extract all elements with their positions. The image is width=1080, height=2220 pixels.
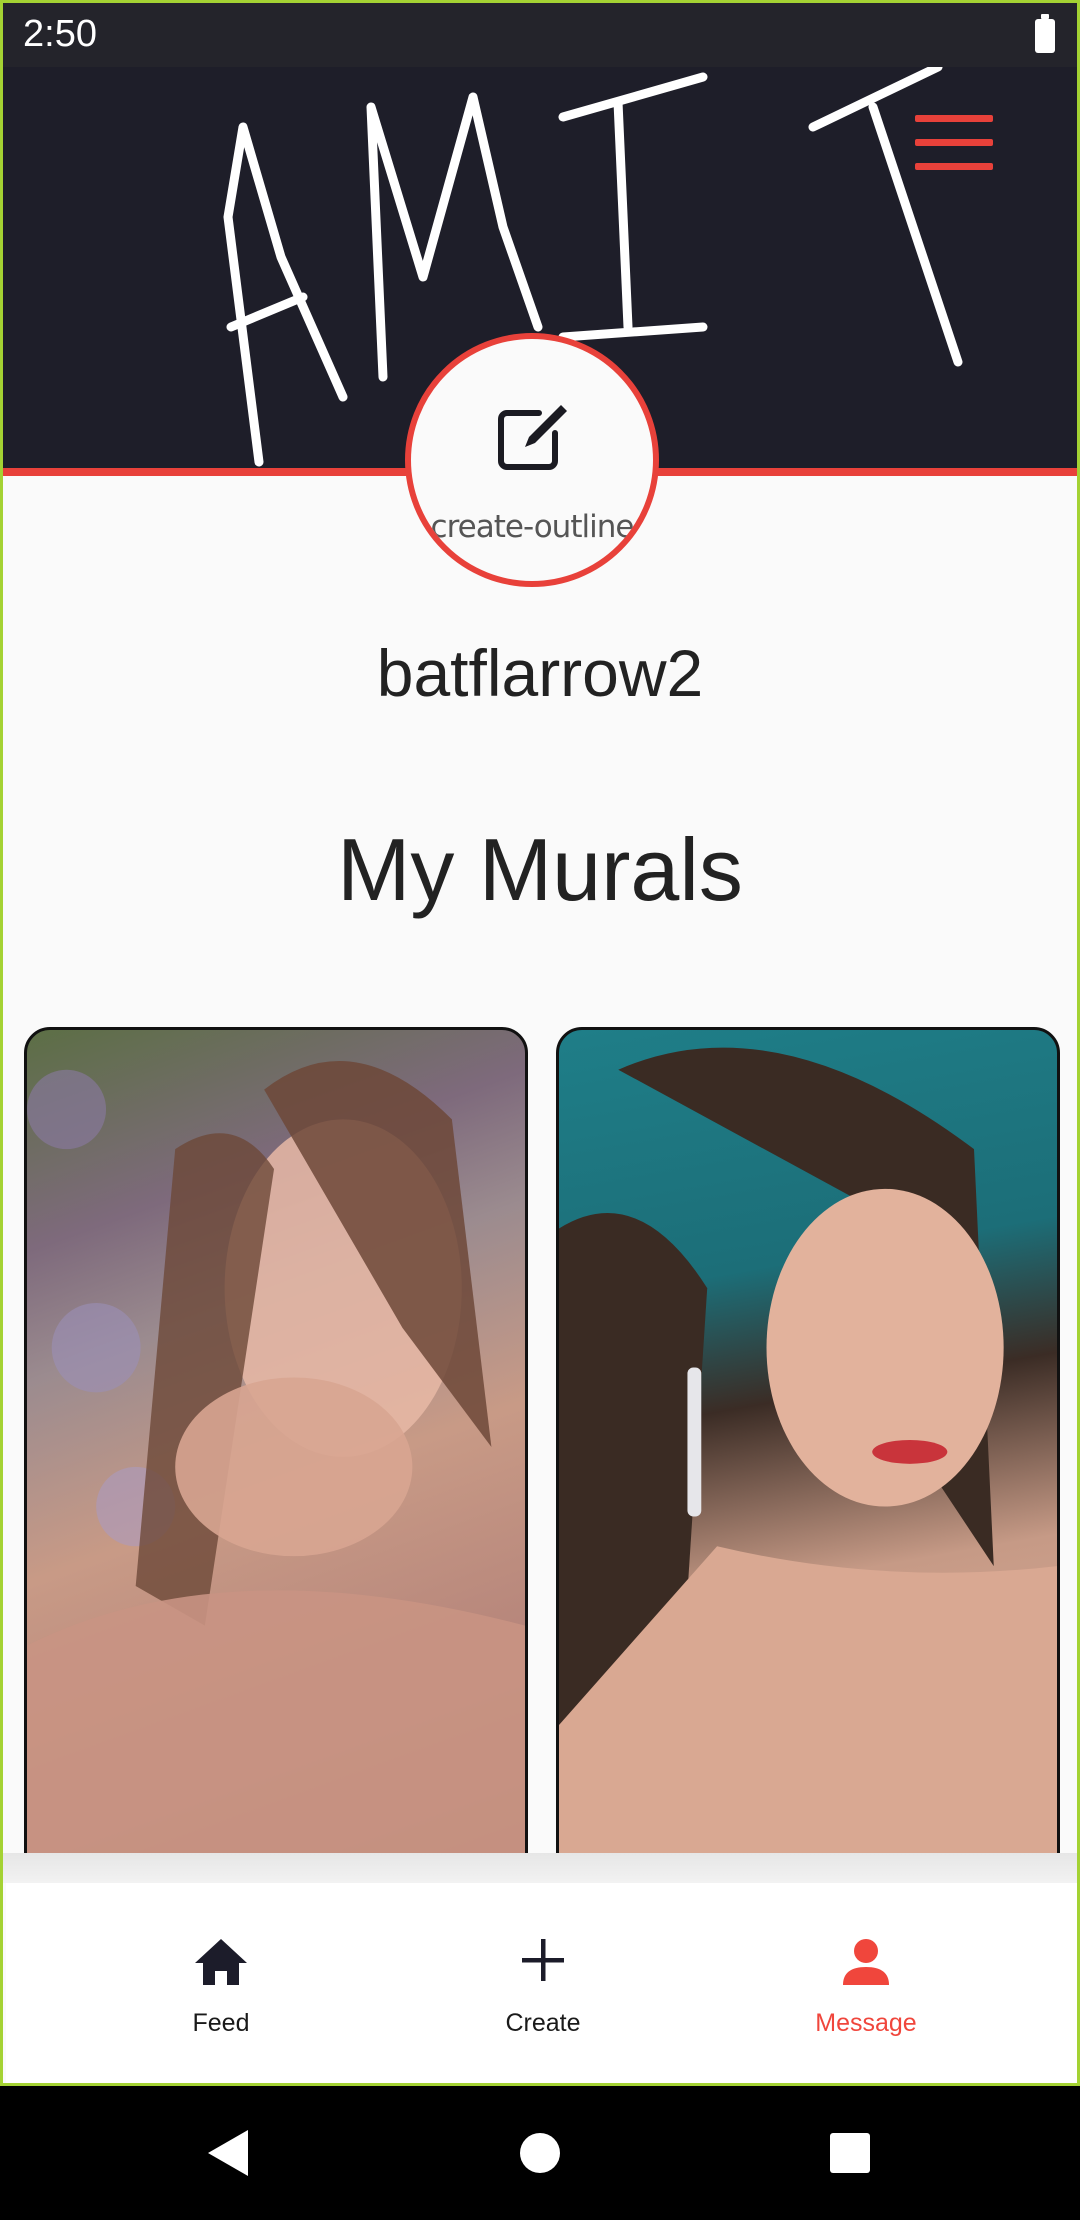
nav-item-create[interactable]: Create	[373, 1883, 713, 2083]
bottom-navigation: Feed Create Message	[6, 1883, 1077, 2083]
status-time: 2:50	[23, 13, 97, 55]
edit-outline-icon	[498, 405, 567, 470]
mural-card-1[interactable]	[24, 1027, 528, 1857]
section-title: My Murals	[337, 820, 743, 919]
nav-label-feed: Feed	[192, 2009, 250, 2037]
nav-item-feed[interactable]: Feed	[51, 1883, 391, 2083]
nav-label-message: Message	[815, 2009, 917, 2037]
back-icon[interactable]	[200, 2086, 260, 2220]
nav-label-create: Create	[505, 2009, 581, 2037]
avatar-edit-button[interactable]: create-outline	[405, 333, 659, 587]
mural-card-2[interactable]	[556, 1027, 1060, 1857]
grid-scroll-shadow	[3, 1853, 1077, 1883]
plus-icon	[522, 1939, 564, 1981]
mural-image-2	[559, 1047, 1057, 1854]
app-screen: 2:50 create-outline batflarrow2 My Mural…	[0, 0, 1080, 2086]
status-bar: 2:50	[3, 3, 1077, 67]
nav-item-message[interactable]: Message	[696, 1883, 1036, 2083]
username: batflarrow2	[376, 636, 704, 710]
home-circle-icon[interactable]	[510, 2086, 570, 2220]
home-icon	[195, 1939, 247, 1985]
hamburger-menu-icon[interactable]	[915, 115, 993, 171]
mural-image-1	[27, 1060, 525, 1854]
avatar-alt-text: create-outline	[430, 509, 635, 545]
recents-icon[interactable]	[820, 2086, 880, 2220]
system-navigation-bar	[0, 2086, 1080, 2220]
battery-icon	[1035, 14, 1055, 53]
person-icon	[843, 1939, 889, 1985]
